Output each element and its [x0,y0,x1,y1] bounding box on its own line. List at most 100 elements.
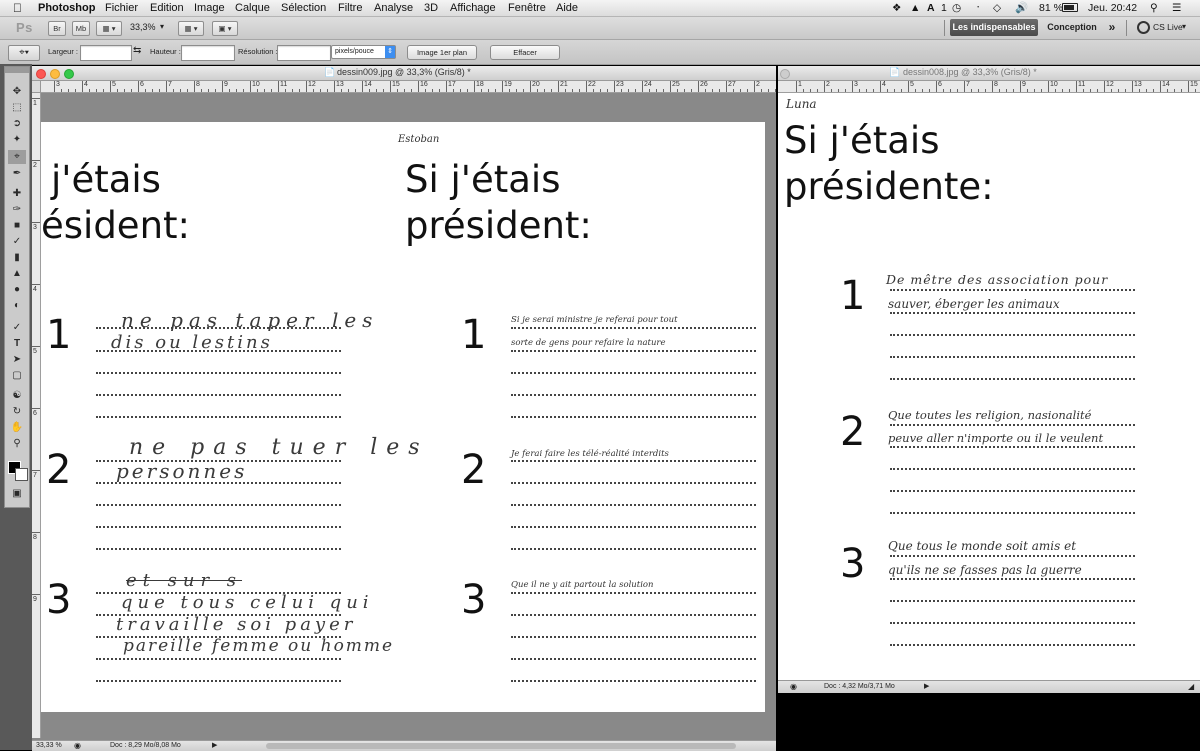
width-input[interactable] [80,45,132,61]
clone-stamp-tool-icon[interactable]: ■ [8,219,26,233]
dropbox-icon[interactable]: ❖ [892,1,901,15]
cs-live-chevron-icon[interactable]: ▾ [1182,22,1186,31]
zoom-percentage[interactable]: 33,33 % [36,742,62,749]
menu-fichier[interactable]: Fichier [105,1,138,15]
close-window-icon[interactable] [780,69,790,79]
menu-analyse[interactable]: Analyse [374,1,413,15]
vertical-ruler[interactable]: 1 2 3 4 5 6 7 8 9 [32,92,41,738]
clock[interactable]: Jeu. 20:42 [1088,1,1137,15]
screen-mode-button[interactable]: ▣ ▾ [212,21,238,36]
cs-live-button[interactable]: CS Live [1153,22,1183,32]
menu-app-name[interactable]: Photoshop [38,1,95,15]
front-image-button[interactable]: Image 1er plan [407,45,477,60]
workspace-essentials[interactable]: Les indispensables [950,19,1038,36]
scanned-document-canvas[interactable]: Luna Si j'étais présidente: 1 De mêtre d… [778,93,1200,678]
eyedropper-tool-icon[interactable]: ✒ [8,167,26,181]
crop-tool-icon[interactable]: ⌖ [8,150,26,164]
lasso-tool-icon[interactable]: ➲ [8,117,26,131]
wifi-icon[interactable]: ◇ [993,1,1001,15]
path-selection-tool-icon[interactable]: ➤ [8,353,26,367]
bluetooth-icon[interactable]: ᛫ [975,1,981,15]
extras-menu-button[interactable]: ▦ ▾ [96,21,122,36]
shape-tool-icon[interactable]: ▢ [8,369,26,383]
resize-grip-icon[interactable]: ◢ [1188,682,1194,691]
ruler-origin[interactable] [32,81,41,93]
scanned-document-canvas[interactable]: j'étais ésident: 1 ne pas taper les dis … [41,122,765,712]
status-menu-arrow-icon[interactable]: ▶ [212,741,217,749]
zoom-window-icon[interactable] [64,69,74,79]
document-title-bar[interactable]: 📄 dessin009.jpg @ 33,3% (Gris/8) * [32,66,776,81]
status-camera-icon[interactable]: ◉ [790,682,797,691]
history-brush-tool-icon[interactable]: ✓ [8,235,26,249]
ruler-tick [922,89,923,92]
resolution-units-select[interactable]: pixels/pouce ⇕ [331,45,396,59]
apple-icon[interactable]:  [13,1,22,15]
status-menu-arrow-icon[interactable]: ▶ [924,682,929,690]
eraser-tool-icon[interactable]: ▮ [8,251,26,265]
quick-selection-tool-icon[interactable]: ✦ [8,133,26,147]
zoom-chevron-icon[interactable]: ▾ [160,22,164,31]
ruler-number: 11 [1078,81,1086,88]
ruler-number: 16 [420,81,428,88]
menu-aide[interactable]: Aide [556,1,578,15]
move-tool-icon[interactable]: ✥ [8,85,26,99]
cs-live-icon[interactable] [1137,21,1150,34]
type-tool-icon[interactable]: T [8,337,26,351]
minimize-window-icon[interactable] [50,69,60,79]
dotted-line [890,644,1135,646]
spotlight-icon[interactable]: ⚲ [1150,1,1158,15]
dodge-tool-icon[interactable]: ◐ [8,299,26,313]
3d-orbit-tool-icon[interactable]: ↻ [8,405,26,419]
zoom-tool-icon[interactable]: ⚲ [8,437,26,451]
marquee-tool-icon[interactable]: ⬚ [8,101,26,115]
swap-dimensions-icon[interactable]: ⇆ [133,45,141,56]
workspace-design[interactable]: Conception [1044,19,1100,36]
volume-icon[interactable]: 🔊 [1015,1,1028,15]
ruler-tick [61,89,62,92]
document-title-bar[interactable]: 📄 dessin008.jpg @ 33,3% (Gris/8) * [778,66,1200,81]
tools-panel-header[interactable] [5,67,29,73]
menu-selection[interactable]: Sélection [281,1,326,15]
background-color-swatch[interactable] [15,468,28,481]
ruler-tick [1195,89,1196,92]
paint-bucket-tool-icon[interactable]: ▲ [8,267,26,281]
more-workspaces-button[interactable]: » [1104,19,1120,36]
menu-filtre[interactable]: Filtre [338,1,362,15]
arrange-documents-button[interactable]: ▦ ▾ [178,21,204,36]
bridge-button[interactable]: Br [48,21,66,36]
menu-calque[interactable]: Calque [235,1,270,15]
units-value: pixels/pouce [335,48,374,55]
menu-affichage[interactable]: Affichage [450,1,496,15]
menu-3d[interactable]: 3D [424,1,438,15]
healing-brush-tool-icon[interactable]: ✚ [8,187,26,201]
hand-tool-icon[interactable]: ✋ [8,421,26,435]
handwritten-line: Que tous le monde soit amis et [888,539,1077,553]
menu-image[interactable]: Image [194,1,225,15]
crop-tool-preset-icon[interactable]: ⌖▾ [8,45,40,61]
drive-icon[interactable]: ▲ [910,1,920,15]
time-machine-icon[interactable]: ◷ [952,1,961,15]
close-window-icon[interactable] [36,69,46,79]
ruler-tick [1083,89,1084,92]
zoom-level-select[interactable]: 33,3% [130,22,156,32]
ruler-tick [110,81,111,92]
blur-tool-icon[interactable]: ● [8,283,26,297]
horizontal-ruler[interactable]: 3 4 5 6 7 8 9 10 11 12 13 14 15 16 17 18 19 20 21 22 23 24 25 2… [40,81,776,93]
menu-edition[interactable]: Edition [150,1,184,15]
quick-mask-icon[interactable]: ▣ [8,487,26,501]
status-camera-icon[interactable]: ◉ [74,741,81,750]
resolution-input[interactable] [277,45,331,61]
height-input[interactable] [181,45,235,61]
adobe-icon[interactable]: A [927,1,935,15]
3d-rotate-tool-icon[interactable]: ☯ [8,389,26,403]
menu-fenetre[interactable]: Fenêtre [508,1,546,15]
horizontal-scrollbar-thumb[interactable] [266,743,736,749]
clear-button[interactable]: Effacer [490,45,560,60]
brush-tool-icon[interactable]: ✑ [8,203,26,217]
minibridge-button[interactable]: Mb [72,21,90,36]
pen-tool-icon[interactable]: ✓ [8,321,26,335]
ruler-number: 14 [1162,81,1170,88]
battery-icon[interactable] [1062,3,1078,12]
horizontal-ruler[interactable]: 1 2 3 4 5 6 7 8 9 10 11 12 13 14 15 [778,81,1200,93]
notification-center-icon[interactable]: ☰ [1172,1,1181,15]
